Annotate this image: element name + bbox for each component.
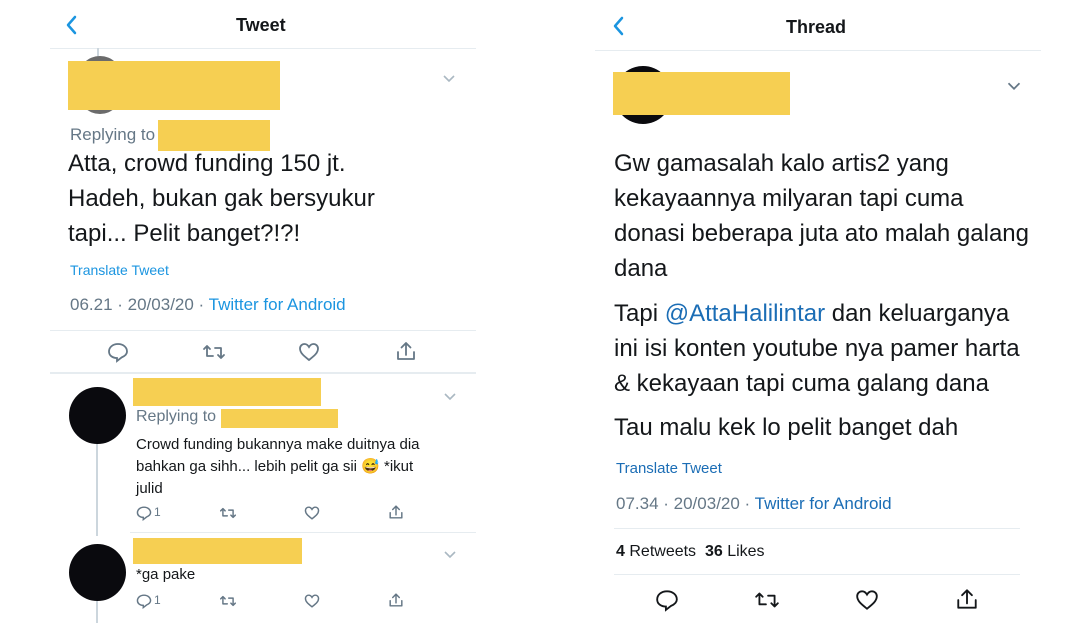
share-icon[interactable] <box>388 592 404 608</box>
redacted-username <box>133 378 321 406</box>
paragraph-text: Tapi <box>614 300 665 327</box>
thread-connector <box>96 601 98 623</box>
more-options-icon[interactable] <box>1006 78 1022 96</box>
redacted-username <box>68 61 280 110</box>
redacted-reply-target[interactable] <box>221 409 338 428</box>
page-title: Tweet <box>236 15 286 35</box>
timestamp-text: 06.21 · 20/03/20 · <box>70 295 209 314</box>
reply-text-line: Crowd funding bukannya make duitnya dia <box>136 436 420 453</box>
back-button[interactable] <box>64 14 84 38</box>
translate-tweet-link[interactable]: Translate Tweet <box>616 460 722 477</box>
retweet-icon[interactable] <box>219 593 237 609</box>
engagement-stats: 4 Retweets 36 Likes <box>616 543 765 561</box>
reply-count: 1 <box>154 505 161 519</box>
like-icon[interactable] <box>304 593 320 609</box>
source-link[interactable]: Twitter for Android <box>755 494 892 513</box>
reply-text-line: bahkan ga sihh... lebih pelit ga sii 😅 *… <box>136 458 414 475</box>
reply-divider <box>130 532 476 533</box>
reply-icon[interactable] <box>107 341 129 363</box>
redacted-username <box>613 72 790 115</box>
page-title: Thread <box>786 17 847 37</box>
actions-divider <box>50 372 476 374</box>
likes-count: 36 <box>704 543 723 560</box>
back-button[interactable] <box>611 15 631 39</box>
reply-text: Crowd funding bukannya make duitnya dia … <box>136 434 466 500</box>
reply-icon[interactable] <box>655 588 679 612</box>
reply-text-line: julid <box>136 480 163 497</box>
mention-link[interactable]: @AttaHalilintar <box>665 300 825 327</box>
header-divider <box>595 50 1041 51</box>
redacted-username <box>133 538 302 564</box>
chevron-left-icon <box>66 15 77 35</box>
timestamp-divider <box>50 330 476 331</box>
stats-divider <box>614 574 1020 575</box>
likes-stat[interactable]: 36 Likes <box>705 543 765 560</box>
replying-to-label: Replying to <box>70 125 156 144</box>
reply-text: *ga pake <box>136 566 196 583</box>
retweet-icon[interactable] <box>219 505 237 521</box>
like-icon[interactable] <box>855 588 879 612</box>
reply-avatar[interactable] <box>69 544 126 601</box>
share-icon[interactable] <box>955 587 979 611</box>
retweets-stat[interactable]: 4 Retweets <box>616 543 696 560</box>
share-icon[interactable] <box>388 504 404 520</box>
retweets-count: 4 <box>616 543 625 560</box>
reply-icon[interactable] <box>136 505 152 521</box>
more-options-icon[interactable] <box>443 388 457 406</box>
likes-label: Likes <box>727 543 765 560</box>
tweet-paragraph: Gw gamasalah kalo artis2 yang kekayaanny… <box>614 150 1029 282</box>
timestamp-divider <box>614 528 1020 529</box>
reply-count: 1 <box>154 593 161 607</box>
retweet-icon[interactable] <box>754 588 780 612</box>
like-icon[interactable] <box>304 505 320 521</box>
tweet-timestamp: 06.21 · 20/03/20 · Twitter for Android <box>70 295 346 315</box>
thread-connector <box>96 444 98 536</box>
tweet-text: Atta, crowd funding 150 jt. Hadeh, bukan… <box>68 150 375 247</box>
chevron-left-icon <box>613 16 624 36</box>
translate-tweet-link[interactable]: Translate Tweet <box>70 262 169 278</box>
tweet-timestamp: 07.34 · 20/03/20 · Twitter for Android <box>616 494 892 514</box>
more-options-icon[interactable] <box>443 546 457 564</box>
share-icon[interactable] <box>395 340 417 362</box>
reply-icon[interactable] <box>136 593 152 609</box>
retweets-label: Retweets <box>629 543 697 560</box>
source-link[interactable]: Twitter for Android <box>209 295 346 314</box>
timestamp-text: 07.34 · 20/03/20 · <box>616 494 755 513</box>
more-options-icon[interactable] <box>442 70 456 88</box>
replying-to-label: Replying to <box>136 408 217 425</box>
tweet-paragraph: Tapi @AttaHalilintar dan keluarganya ini… <box>614 296 1034 401</box>
header-divider <box>50 48 476 49</box>
retweet-icon[interactable] <box>202 341 226 363</box>
like-icon[interactable] <box>298 341 320 363</box>
tweet-paragraph: Tau malu kek lo pelit banget dah <box>614 414 959 441</box>
reply-avatar[interactable] <box>69 387 126 444</box>
